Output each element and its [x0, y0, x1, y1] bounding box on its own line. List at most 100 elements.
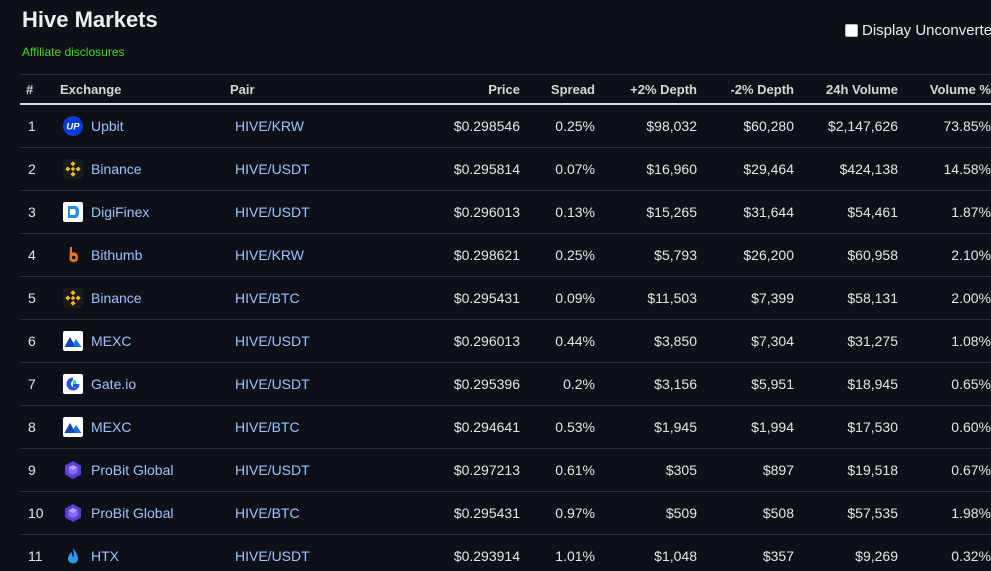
minus-depth-cell: $1,994 — [697, 405, 794, 449]
pair-link[interactable]: HIVE/BTC — [230, 405, 350, 449]
exchange-link[interactable]: MEXC — [91, 419, 131, 435]
pair-link[interactable]: HIVE/USDT — [230, 534, 350, 571]
exchange-link[interactable]: ProBit Global — [91, 462, 173, 478]
affiliate-disclosures-link[interactable]: Affiliate disclosures — [22, 45, 125, 59]
svg-text:UP: UP — [66, 122, 80, 133]
table-row[interactable]: 5 Binance HIVE/BTC $0.295431 0.09% $11,5… — [20, 276, 991, 320]
table-row[interactable]: 6 MEXC HIVE/USDT $0.296013 0.44% $3,850 … — [20, 319, 991, 363]
hive-markets-page: Hive Markets Affiliate disclosures Displ… — [0, 0, 991, 571]
pair-link[interactable]: HIVE/USDT — [230, 448, 350, 492]
plus-depth-cell: $3,850 — [595, 319, 697, 363]
volume-percent-cell: 1.98% — [898, 491, 991, 535]
minus-depth-cell: $7,399 — [697, 276, 794, 320]
column-header-plus-depth[interactable]: +2% Depth — [595, 74, 697, 105]
minus-depth-cell: $31,644 — [697, 190, 794, 234]
exchange-cell[interactable]: Binance — [60, 276, 230, 320]
pair-link[interactable]: HIVE/BTC — [230, 276, 350, 320]
exchange-link[interactable]: HTX — [91, 548, 119, 564]
exchange-cell[interactable]: Binance — [60, 147, 230, 191]
table-row[interactable]: 8 MEXC HIVE/BTC $0.294641 0.53% $1,945 $… — [20, 405, 991, 449]
table-row[interactable]: 7 Gate.io HIVE/USDT $0.295396 0.2% $3,15… — [20, 362, 991, 406]
minus-depth-cell: $60,280 — [697, 104, 794, 148]
display-unconverted-toggle[interactable]: Display Unconverted — [845, 22, 991, 39]
table-row[interactable]: 4 Bithumb HIVE/KRW $0.298621 0.25% $5,79… — [20, 233, 991, 277]
exchange-cell[interactable]: HTX — [60, 534, 230, 571]
column-header-24h-volume[interactable]: 24h Volume — [794, 74, 898, 105]
column-header-rank[interactable]: # — [20, 74, 60, 105]
table-body: 1 UP Upbit HIVE/KRW $0.298546 0.25% $98,… — [20, 104, 991, 571]
column-header-volume-percent[interactable]: Volume % — [898, 74, 991, 105]
exchange-cell[interactable]: ProBit Global — [60, 491, 230, 535]
column-header-price[interactable]: Price — [350, 74, 520, 105]
volume-percent-cell: 0.67% — [898, 448, 991, 492]
rank-cell: 9 — [20, 448, 60, 492]
volume-percent-cell: 14.58% — [898, 147, 991, 191]
exchange-cell[interactable]: UP Upbit — [60, 104, 230, 148]
spread-cell: 0.25% — [520, 104, 595, 148]
table-row[interactable]: 9 ProBit Global HIVE/USDT $0.297213 0.61… — [20, 448, 991, 492]
exchange-link[interactable]: Binance — [91, 161, 142, 177]
price-cell: $0.296013 — [350, 190, 520, 234]
volume-cell: $424,138 — [794, 147, 898, 191]
rank-cell: 4 — [20, 233, 60, 277]
binance-icon — [63, 288, 83, 308]
rank-cell: 1 — [20, 104, 60, 148]
spread-cell: 0.13% — [520, 190, 595, 234]
pair-link[interactable]: HIVE/USDT — [230, 190, 350, 234]
exchange-cell[interactable]: ProBit Global — [60, 448, 230, 492]
plus-depth-cell: $509 — [595, 491, 697, 535]
exchange-link[interactable]: DigiFinex — [91, 204, 149, 220]
plus-depth-cell: $3,156 — [595, 362, 697, 406]
exchange-link[interactable]: MEXC — [91, 333, 131, 349]
plus-depth-cell: $11,503 — [595, 276, 697, 320]
pair-link[interactable]: HIVE/KRW — [230, 104, 350, 148]
pair-link[interactable]: HIVE/USDT — [230, 362, 350, 406]
pair-link[interactable]: HIVE/KRW — [230, 233, 350, 277]
volume-cell: $2,147,626 — [794, 104, 898, 148]
pair-link[interactable]: HIVE/BTC — [230, 491, 350, 535]
spread-cell: 0.97% — [520, 491, 595, 535]
pair-link[interactable]: HIVE/USDT — [230, 319, 350, 363]
rank-cell: 8 — [20, 405, 60, 449]
column-header-minus-depth[interactable]: -2% Depth — [697, 74, 794, 105]
exchange-link[interactable]: Bithumb — [91, 247, 142, 263]
rank-cell: 10 — [20, 491, 60, 535]
price-cell: $0.294641 — [350, 405, 520, 449]
probit-icon — [63, 460, 83, 480]
exchange-link[interactable]: Binance — [91, 290, 142, 306]
volume-cell: $19,518 — [794, 448, 898, 492]
price-cell: $0.296013 — [350, 319, 520, 363]
spread-cell: 0.09% — [520, 276, 595, 320]
column-header-spread[interactable]: Spread — [520, 74, 595, 105]
column-header-pair[interactable]: Pair — [230, 74, 350, 105]
htx-icon — [63, 546, 83, 566]
volume-cell: $17,530 — [794, 405, 898, 449]
exchange-cell[interactable]: Gate.io — [60, 362, 230, 406]
table-row[interactable]: 10 ProBit Global HIVE/BTC $0.295431 0.97… — [20, 491, 991, 535]
volume-cell: $31,275 — [794, 319, 898, 363]
exchange-cell[interactable]: MEXC — [60, 405, 230, 449]
table-row[interactable]: 3 DigiFinex HIVE/USDT $0.296013 0.13% $1… — [20, 190, 991, 234]
exchange-cell[interactable]: DigiFinex — [60, 190, 230, 234]
table-row[interactable]: 2 Binance HIVE/USDT $0.295814 0.07% $16,… — [20, 147, 991, 191]
display-unconverted-checkbox[interactable] — [845, 24, 858, 37]
probit-icon — [63, 503, 83, 523]
exchange-cell[interactable]: Bithumb — [60, 233, 230, 277]
spread-cell: 0.2% — [520, 362, 595, 406]
volume-cell: $60,958 — [794, 233, 898, 277]
mexc-icon — [63, 417, 83, 437]
minus-depth-cell: $7,304 — [697, 319, 794, 363]
exchange-link[interactable]: Upbit — [91, 118, 124, 134]
column-header-exchange[interactable]: Exchange — [60, 74, 230, 105]
spread-cell: 0.53% — [520, 405, 595, 449]
digifinex-icon — [63, 202, 83, 222]
exchange-link[interactable]: Gate.io — [91, 376, 136, 392]
exchange-cell[interactable]: MEXC — [60, 319, 230, 363]
table-row[interactable]: 11 HTX HIVE/USDT $0.293914 1.01% $1,048 … — [20, 534, 991, 571]
plus-depth-cell: $1,945 — [595, 405, 697, 449]
price-cell: $0.293914 — [350, 534, 520, 571]
table-row[interactable]: 1 UP Upbit HIVE/KRW $0.298546 0.25% $98,… — [20, 104, 991, 148]
pair-link[interactable]: HIVE/USDT — [230, 147, 350, 191]
spread-cell: 1.01% — [520, 534, 595, 571]
exchange-link[interactable]: ProBit Global — [91, 505, 173, 521]
